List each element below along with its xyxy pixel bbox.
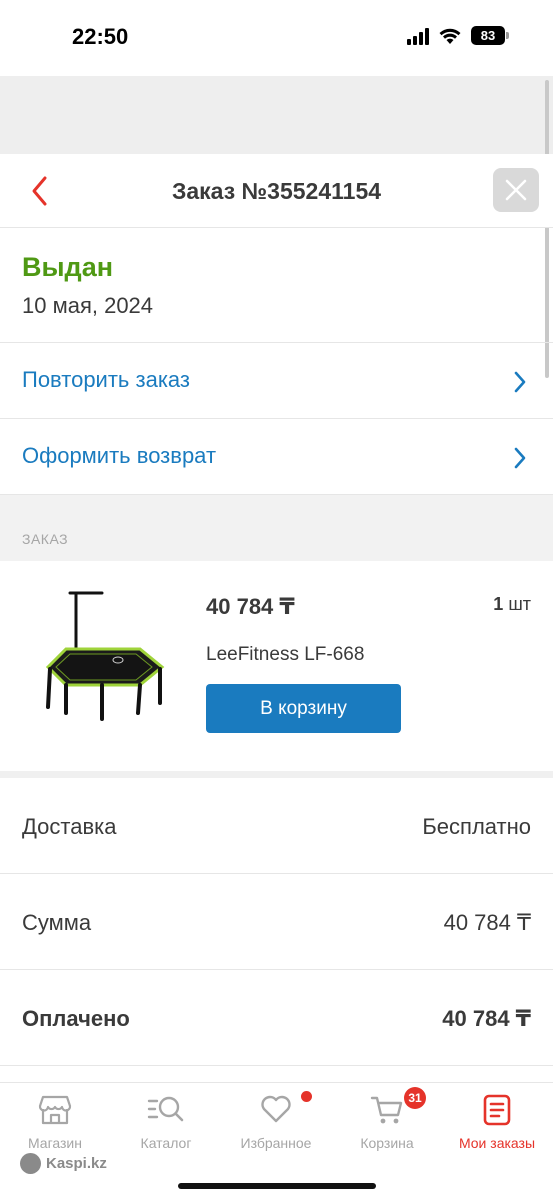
summary-key: Доставка xyxy=(22,814,117,839)
home-indicator[interactable] xyxy=(178,1183,376,1189)
tab-catalog[interactable]: Каталог xyxy=(111,1083,221,1163)
order-section-header: ЗАКАЗ xyxy=(0,495,553,561)
header-background-band xyxy=(0,76,553,154)
tab-cart[interactable]: 31 Корзина xyxy=(332,1083,442,1163)
tab-label: Избранное xyxy=(240,1135,312,1151)
close-button[interactable] xyxy=(493,168,539,212)
summary-key: Оплачено xyxy=(22,1006,130,1031)
order-status-label: Выдан xyxy=(22,252,114,282)
summary-value: 40 784 ₸ xyxy=(442,1006,531,1031)
add-to-cart-button[interactable]: В корзину xyxy=(206,684,401,733)
heart-icon xyxy=(261,1095,291,1123)
status-icons: 83 xyxy=(407,26,509,45)
summary-row-sum: Сумма 40 784 ₸ xyxy=(0,874,553,970)
store-icon xyxy=(38,1095,72,1125)
kaspi-watermark: Kaspi.kz xyxy=(20,1153,107,1174)
product-card: 40 784 ₸ 1 шт LeeFitness LF-668 В корзин… xyxy=(0,561,553,771)
quantity-number: 1 xyxy=(493,594,504,614)
repeat-order-button[interactable]: Повторить заказ xyxy=(0,343,553,419)
tab-my-orders[interactable]: Мои заказы xyxy=(442,1083,552,1163)
return-order-label: Оформить возврат xyxy=(22,443,217,468)
signal-icon xyxy=(407,27,429,45)
nav-header: Заказ №355241154 xyxy=(0,154,553,228)
summary-row-paid: Оплачено 40 784 ₸ xyxy=(0,970,553,1066)
battery-icon: 83 xyxy=(471,26,509,45)
catalog-search-icon xyxy=(147,1096,184,1122)
tab-label: Каталог xyxy=(140,1135,192,1151)
tab-label: Магазин xyxy=(27,1135,82,1151)
wifi-icon xyxy=(439,28,461,44)
close-icon xyxy=(505,179,527,201)
quantity-unit: шт xyxy=(508,594,531,614)
tab-favorites[interactable]: Избранное xyxy=(221,1083,331,1163)
section-label: ЗАКАЗ xyxy=(22,531,69,547)
notification-dot xyxy=(301,1091,312,1102)
product-price: 40 784 ₸ xyxy=(206,594,295,619)
tab-store[interactable]: Магазин xyxy=(0,1083,110,1163)
return-order-button[interactable]: Оформить возврат xyxy=(0,419,553,495)
status-time: 22:50 xyxy=(72,24,129,49)
order-status-block: Выдан 10 мая, 2024 xyxy=(0,228,553,343)
status-bar: 22:50 83 xyxy=(0,0,553,76)
trampoline-product-image[interactable] xyxy=(36,587,170,721)
tab-label: Мои заказы xyxy=(458,1135,536,1151)
page-title: Заказ №355241154 xyxy=(171,178,382,204)
summary-row-delivery: Доставка Бесплатно xyxy=(0,778,553,874)
product-quantity: 1 шт xyxy=(493,594,531,615)
chevron-right-icon xyxy=(514,371,526,393)
summary-value: Бесплатно xyxy=(422,814,531,839)
cart-count-badge: 31 xyxy=(404,1087,426,1109)
order-status-date: 10 мая, 2024 xyxy=(22,293,154,318)
product-name[interactable]: LeeFitness LF-668 xyxy=(206,644,364,666)
orders-icon xyxy=(483,1094,511,1126)
section-divider xyxy=(0,771,553,778)
watermark-text: Kaspi.kz xyxy=(46,1155,107,1172)
summary-key: Сумма xyxy=(22,910,92,935)
tab-label: Корзина xyxy=(360,1135,414,1151)
kaspi-logo-icon xyxy=(20,1153,41,1174)
repeat-order-label: Повторить заказ xyxy=(22,367,190,392)
cart-icon xyxy=(370,1096,403,1124)
chevron-right-icon xyxy=(514,447,526,469)
summary-value: 40 784 ₸ xyxy=(443,910,531,935)
